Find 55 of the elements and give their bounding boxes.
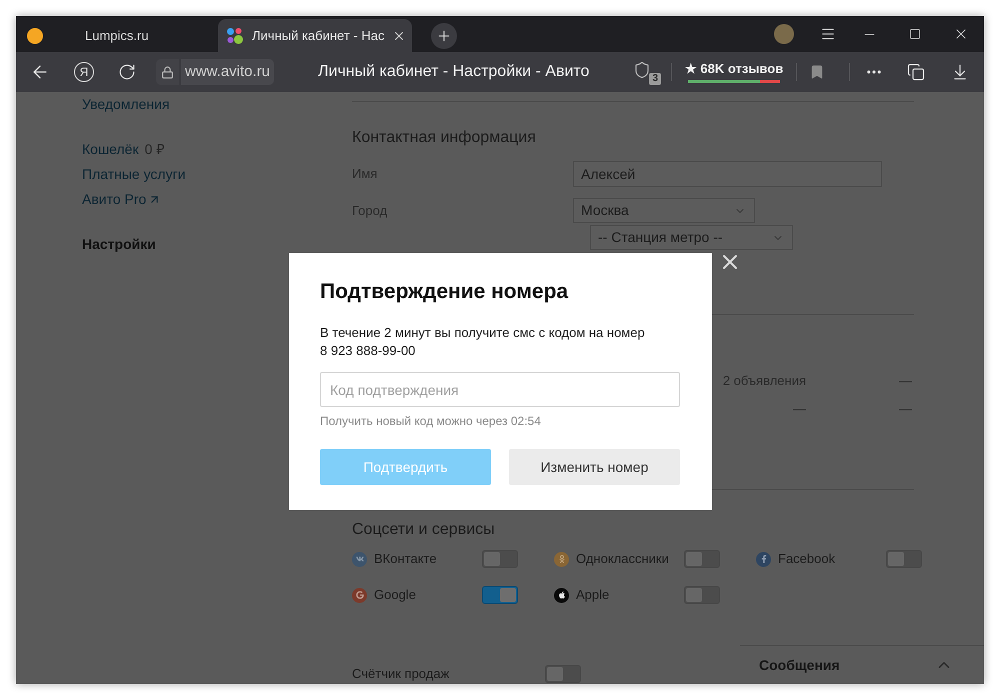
menu-icon[interactable] [820, 26, 836, 42]
dialog-title: Подтверждение номера [320, 279, 570, 305]
toggle-switch[interactable] [684, 550, 720, 568]
service-label: ВКонтакте [374, 550, 438, 568]
toggle-switch[interactable] [482, 586, 518, 604]
service-label: Одноклассники [576, 550, 670, 568]
download-icon[interactable] [951, 63, 969, 81]
name-field[interactable]: Алексей [573, 161, 882, 187]
site-favicon-icon [27, 28, 43, 44]
toggle-switch[interactable] [545, 664, 581, 683]
lock-icon[interactable] [156, 59, 179, 85]
home-button[interactable]: Я [74, 62, 94, 82]
count-badge: 3 [649, 73, 661, 85]
city-select[interactable]: Москва [573, 198, 755, 223]
resend-hint: Получить новый код можно через 02:54 [320, 413, 542, 429]
dots-favicon-icon [226, 26, 244, 44]
sidebar-link[interactable]: Настройки [82, 234, 156, 254]
service-label: Apple [576, 586, 610, 604]
maximize-icon[interactable] [909, 28, 921, 40]
sidebar-link[interactable]: Кошелёк [82, 139, 139, 159]
address-url[interactable]: www.avito.ru [181, 59, 274, 85]
sidebar-link[interactable]: Платные услуги [82, 164, 186, 184]
dialog-message: В течение 2 минут вы получите смс с кодом на номер 8 923 888-99-00 [320, 324, 646, 360]
toggle-switch[interactable] [482, 550, 518, 568]
reload-icon[interactable] [118, 63, 136, 81]
browser-tab[interactable]: Личный кабинет - Нас [218, 19, 412, 52]
table-cell: — [899, 372, 912, 390]
new-tab-button[interactable] [431, 22, 457, 48]
google-logo-icon [352, 588, 367, 602]
copy-icon[interactable] [907, 63, 925, 81]
toggle-switch[interactable] [684, 586, 720, 604]
code-field[interactable]: Код подтверждения [320, 372, 680, 407]
field-label: Счётчик продаж [352, 665, 450, 683]
service-label: Facebook [778, 550, 836, 568]
avatar-icon[interactable] [774, 24, 794, 44]
reviews-link[interactable]: ★ 68K отзывов [684, 61, 784, 77]
shield-icon[interactable] [633, 61, 651, 79]
odnoklassniki-logo-icon [554, 552, 569, 566]
toggle-switch[interactable] [886, 550, 922, 568]
table-cell: — [793, 400, 806, 418]
page-title: Личный кабинет - Настройки - Авито [318, 62, 590, 82]
section-heading: Контактная информация [352, 128, 537, 148]
section-heading: Соцсети и сервисы [352, 520, 496, 540]
metro-select[interactable]: -- Станция метро -- [590, 225, 793, 250]
chat-title: Сообщения [759, 656, 840, 675]
sidebar-link[interactable]: Уведомления [82, 94, 170, 114]
browser-tab[interactable]: Lumpics.ru [16, 19, 216, 52]
service-label: Google [374, 586, 417, 604]
bookmark-icon[interactable] [809, 64, 825, 80]
vk-logo-icon [352, 552, 367, 566]
table-cell: — [899, 400, 912, 418]
change-number-button[interactable]: Изменить номер [509, 449, 680, 485]
apple-logo-icon [554, 588, 569, 602]
sidebar-link[interactable]: Авито Pro [82, 189, 162, 209]
facebook-logo-icon [756, 552, 771, 566]
